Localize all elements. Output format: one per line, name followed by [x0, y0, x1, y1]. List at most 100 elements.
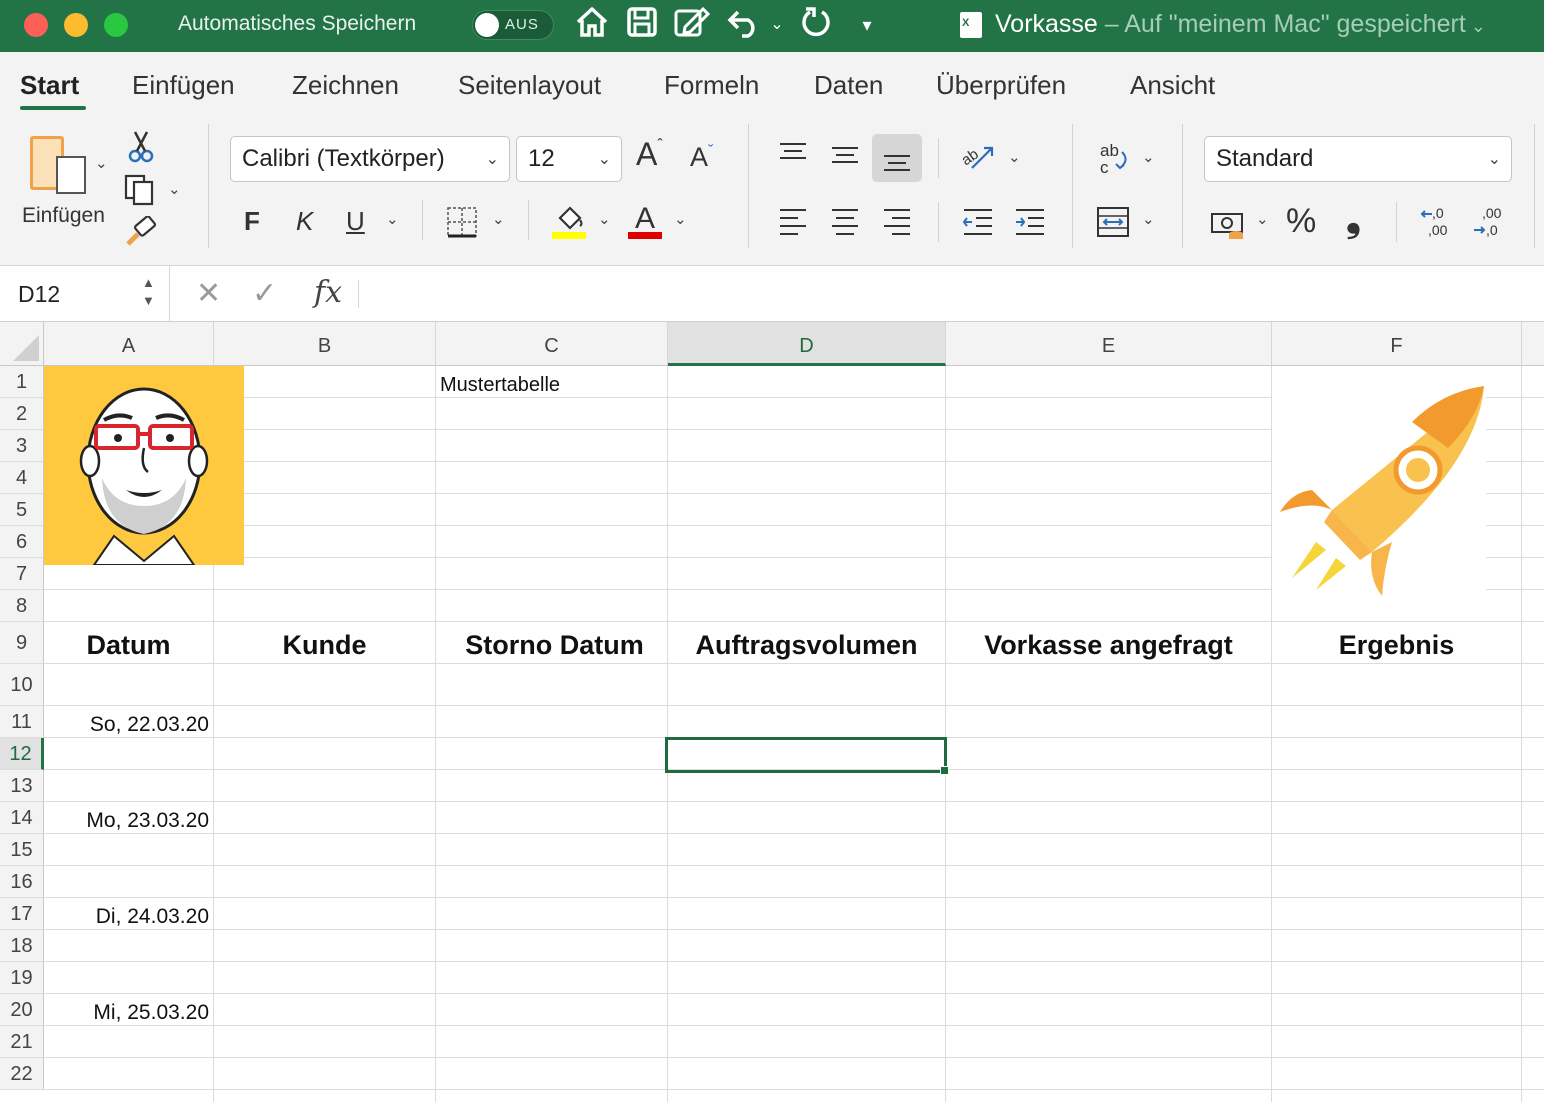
header-kunde[interactable]: Kunde	[214, 630, 435, 661]
align-right-icon[interactable]	[882, 208, 912, 240]
tab-daten[interactable]: Daten	[814, 70, 883, 101]
header-auftragsvolumen[interactable]: Auftragsvolumen	[668, 630, 945, 661]
currency-dropdown-icon[interactable]: ⌄	[1256, 210, 1269, 228]
row-header-12[interactable]: 12	[0, 738, 44, 770]
redo-icon[interactable]	[798, 6, 836, 50]
row-header-22[interactable]: 22	[0, 1058, 44, 1090]
fill-color-icon[interactable]	[552, 202, 586, 244]
row-header-17[interactable]: 17	[0, 898, 44, 930]
insert-function-button[interactable]: fx	[314, 275, 342, 310]
decrease-decimal-icon[interactable]: ,00,0	[1472, 204, 1508, 242]
column-header-b[interactable]: B	[214, 322, 436, 366]
column-header-f[interactable]: F	[1272, 322, 1522, 366]
row-header-2[interactable]: 2	[0, 398, 44, 430]
cut-icon[interactable]	[128, 130, 154, 168]
tab-ansicht[interactable]: Ansicht	[1130, 70, 1215, 101]
row-header-15[interactable]: 15	[0, 834, 44, 866]
tab-zeichnen[interactable]: Zeichnen	[292, 70, 399, 101]
fill-handle[interactable]	[940, 766, 949, 775]
formula-input[interactable]	[370, 280, 1530, 310]
align-top-icon[interactable]	[778, 142, 808, 172]
home-icon[interactable]	[574, 6, 610, 48]
undo-dropdown-icon[interactable]: ⌄	[766, 6, 788, 44]
tab-start[interactable]: Start	[20, 70, 79, 101]
align-bottom-button[interactable]	[872, 134, 922, 182]
row-header-4[interactable]: 4	[0, 462, 44, 494]
close-window-button[interactable]	[24, 13, 48, 37]
row-header-9[interactable]: 9	[0, 622, 44, 664]
active-cell-d12[interactable]	[665, 737, 947, 773]
cell-a11[interactable]: So, 22.03.20	[44, 713, 209, 737]
font-size-dropdown[interactable]: 12 ⌄	[516, 136, 622, 182]
header-datum[interactable]: Datum	[44, 630, 213, 661]
cell-a17[interactable]: Di, 24.03.20	[44, 905, 209, 929]
fill-color-dropdown-icon[interactable]: ⌄	[598, 210, 611, 228]
row-header-18[interactable]: 18	[0, 930, 44, 962]
zoom-window-button[interactable]	[104, 13, 128, 37]
grow-font-icon[interactable]: Aˆ	[636, 138, 663, 171]
tab-einfuegen[interactable]: Einfügen	[132, 70, 235, 101]
row-header-5[interactable]: 5	[0, 494, 44, 526]
bold-button[interactable]: F	[244, 208, 260, 234]
format-painter-icon[interactable]	[124, 215, 158, 252]
row-header-13[interactable]: 13	[0, 770, 44, 802]
font-color-dropdown-icon[interactable]: ⌄	[674, 210, 687, 228]
column-header-d[interactable]: D	[668, 322, 946, 366]
font-color-icon[interactable]: A	[628, 202, 662, 244]
avatar-image[interactable]	[44, 366, 244, 565]
row-header-10[interactable]: 10	[0, 664, 44, 706]
name-box[interactable]: D12 ▲ ▼	[0, 266, 170, 322]
underline-button[interactable]: U	[346, 208, 365, 234]
increase-indent-icon[interactable]	[1014, 208, 1046, 240]
rocket-image[interactable]	[1272, 382, 1486, 598]
shrink-font-icon[interactable]: Aˇ	[690, 144, 713, 171]
number-format-dropdown[interactable]: Standard ⌄	[1204, 136, 1512, 182]
borders-dropdown-icon[interactable]: ⌄	[492, 210, 505, 228]
header-storno-datum[interactable]: Storno Datum	[436, 630, 673, 661]
row-header-3[interactable]: 3	[0, 430, 44, 462]
orientation-dropdown-icon[interactable]: ⌄	[1008, 148, 1021, 166]
cell-a14[interactable]: Mo, 23.03.20	[44, 809, 209, 833]
row-header-16[interactable]: 16	[0, 866, 44, 898]
tab-formeln[interactable]: Formeln	[664, 70, 759, 101]
row-header-21[interactable]: 21	[0, 1026, 44, 1058]
currency-format-icon[interactable]	[1210, 210, 1246, 244]
row-header-11[interactable]: 11	[0, 706, 44, 738]
percent-style-button[interactable]: %	[1286, 204, 1316, 238]
select-all-button[interactable]	[0, 322, 44, 366]
merge-dropdown-icon[interactable]: ⌄	[1142, 210, 1155, 228]
row-header-19[interactable]: 19	[0, 962, 44, 994]
underline-dropdown-icon[interactable]: ⌄	[386, 210, 399, 228]
italic-button[interactable]: K	[296, 208, 313, 234]
decrease-indent-icon[interactable]	[962, 208, 994, 240]
cell-a20[interactable]: Mi, 25.03.20	[44, 1001, 209, 1025]
row-header-6[interactable]: 6	[0, 526, 44, 558]
align-middle-icon[interactable]	[830, 142, 860, 172]
minimize-window-button[interactable]	[64, 13, 88, 37]
tab-ueberpruefen[interactable]: Überprüfen	[936, 70, 1066, 101]
increase-decimal-icon[interactable]: ,0,00	[1420, 204, 1456, 242]
column-header-g[interactable]	[1522, 322, 1544, 366]
row-header-14[interactable]: 14	[0, 802, 44, 834]
align-center-icon[interactable]	[830, 208, 860, 240]
header-vorkasse-angefragt[interactable]: Vorkasse angefragt	[946, 630, 1271, 661]
save-icon[interactable]	[624, 6, 660, 48]
tab-seitenlayout[interactable]: Seitenlayout	[458, 70, 601, 101]
comma-style-button[interactable]: ❟	[1346, 200, 1361, 238]
row-header-8[interactable]: 8	[0, 590, 44, 622]
undo-icon[interactable]	[724, 6, 764, 48]
paste-dropdown-icon[interactable]: ⌄	[95, 154, 108, 172]
borders-icon[interactable]	[446, 206, 478, 242]
row-header-1[interactable]: 1	[0, 366, 44, 398]
customize-toolbar-icon[interactable]: ▾	[852, 6, 882, 44]
document-title[interactable]: Vorkasse – Auf "meinem Mac" gespeichert …	[995, 10, 1486, 39]
cell-c1[interactable]: Mustertabelle	[440, 374, 560, 397]
name-box-stepper-icon[interactable]: ▲ ▼	[142, 274, 155, 310]
autosave-toggle[interactable]: AUS	[472, 10, 554, 40]
orientation-icon[interactable]: ab	[958, 142, 996, 176]
header-ergebnis[interactable]: Ergebnis	[1272, 630, 1521, 661]
row-header-20[interactable]: 20	[0, 994, 44, 1026]
wrap-text-icon[interactable]: ab c	[1098, 140, 1132, 180]
enter-formula-icon[interactable]: ✓	[252, 276, 277, 311]
title-chevron-icon[interactable]: ⌄	[1466, 16, 1486, 36]
